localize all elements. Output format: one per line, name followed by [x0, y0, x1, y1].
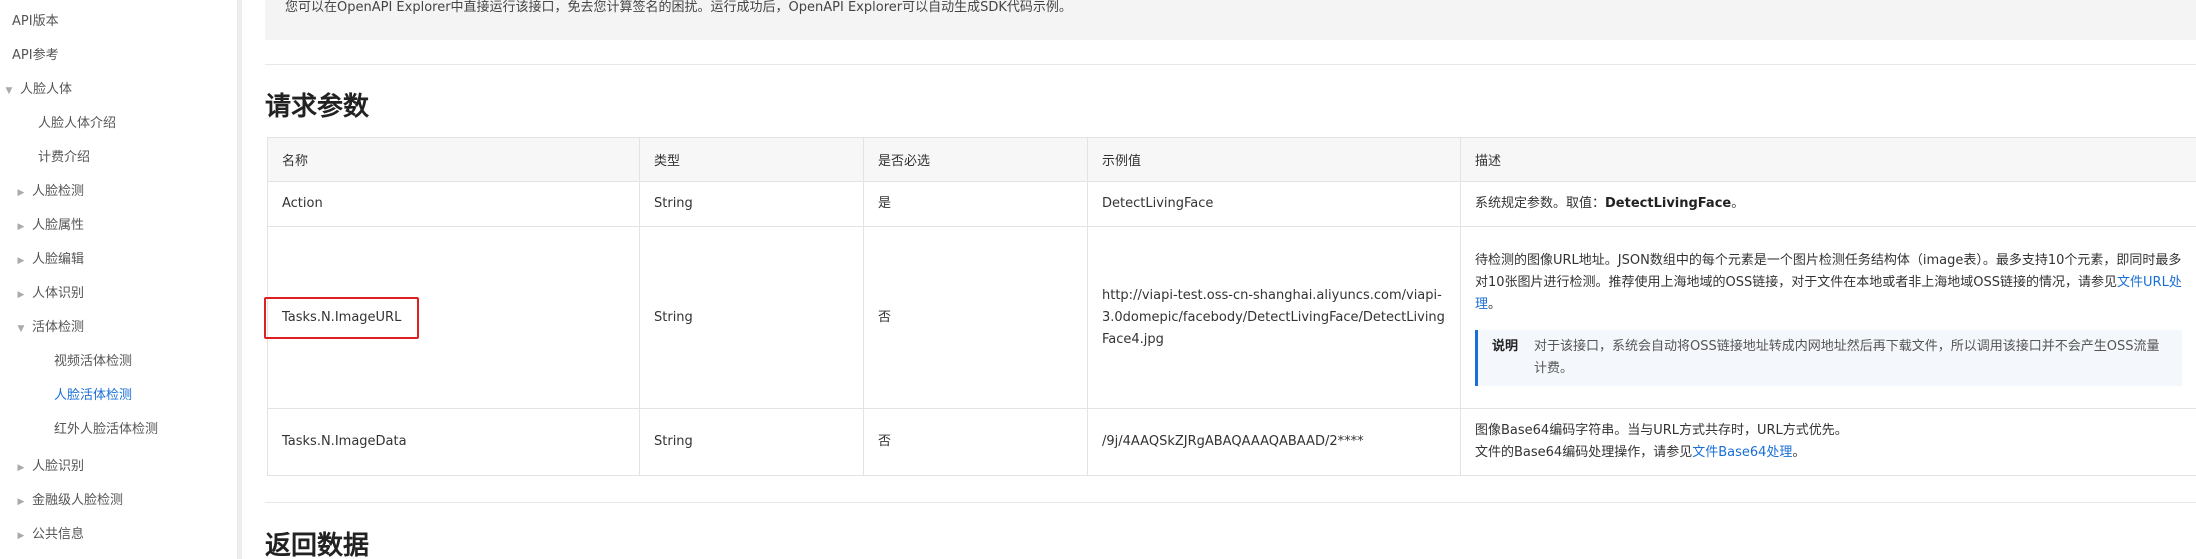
- sidebar-item-infrared-face-liveness[interactable]: 红外人脸活体检测: [54, 413, 158, 447]
- sidebar-item-common-info[interactable]: ▶ 公共信息: [14, 518, 84, 552]
- sidebar-nav: API版本 API参考 ▼ 人脸人体 人脸人体介绍 计费介绍 ▶ 人脸检测 ▶ 人脸属…: [0, 0, 238, 559]
- note-callout: 说明 对于该接口，系统会自动将OSS链接地址转成内网地址然后再下载文件，所以调用…: [1475, 329, 2182, 386]
- col-header-type: 类型: [639, 137, 864, 182]
- sidebar-item-label: API参考: [12, 48, 59, 63]
- sidebar-item-api-reference[interactable]: API参考: [12, 39, 59, 73]
- description-value: DetectLivingFace: [1605, 196, 1732, 211]
- param-description: 图像Base64编码字符串。当与URL方式共存时，URL方式优先。 文件的Bas…: [1460, 408, 2196, 476]
- caret-down-icon: ▼: [5, 86, 13, 96]
- sidebar-item-face-body[interactable]: ▼ 人脸人体: [2, 73, 72, 107]
- sidebar-item-label: 人脸人体介绍: [38, 116, 117, 131]
- sidebar-item-label: 红外人脸活体检测: [54, 422, 159, 437]
- caret-right-icon: ▶: [17, 188, 25, 198]
- sidebar-item-liveness-detection[interactable]: ▼ 活体检测: [14, 311, 84, 345]
- param-description: 待检测的图像URL地址。JSON数组中的每个元素是一个图片检测任务结构体（ima…: [1460, 226, 2196, 409]
- param-required: 是: [863, 181, 1088, 227]
- param-required: 否: [863, 408, 1088, 476]
- caret-right-icon: ▶: [17, 222, 25, 232]
- sidebar-item-face-editing[interactable]: ▶ 人脸编辑: [14, 243, 84, 277]
- caret-right-icon: ▶: [17, 290, 25, 300]
- param-example: /9j/4AAQSkZJRgABAQAAAQABAAD/2****: [1087, 408, 1461, 476]
- sidebar-item-face-detection[interactable]: ▶ 人脸检测: [14, 175, 84, 209]
- col-header-name: 名称: [267, 137, 640, 182]
- description-text: 图像Base64编码字符串。当与URL方式共存时，URL方式优先。: [1475, 423, 1848, 438]
- sidebar-item-video-liveness[interactable]: 视频活体检测: [54, 345, 132, 379]
- description-text: 系统规定参数。取值：: [1475, 196, 1606, 211]
- param-type: String: [639, 408, 864, 476]
- param-example: DetectLivingFace: [1087, 181, 1461, 227]
- param-type: String: [639, 181, 864, 227]
- sidebar-scrollbar[interactable]: [238, 0, 242, 559]
- param-required: 否: [863, 226, 1088, 409]
- description-text: 。: [1731, 196, 1745, 211]
- description-text: 文件的Base64编码处理操作，请参见: [1475, 445, 1693, 460]
- note-label: 说明: [1492, 338, 1519, 354]
- col-header-example: 示例值: [1087, 137, 1461, 182]
- divider: [265, 502, 2196, 503]
- openapi-explorer-note-text: 您可以在OpenAPI Explorer中直接运行该接口，免去您计算签名的困扰。…: [285, 0, 1072, 15]
- sidebar-item-face-body-intro[interactable]: 人脸人体介绍: [38, 107, 116, 141]
- sidebar-item-label: 人脸识别: [32, 459, 85, 474]
- response-data-title: 返回数据: [265, 531, 370, 559]
- sidebar-item-api-version[interactable]: API版本: [12, 5, 59, 39]
- caret-down-icon: ▼: [17, 324, 25, 334]
- highlighted-param-name: Tasks.N.ImageURL: [264, 296, 420, 339]
- note-text: 对于该接口，系统会自动将OSS链接地址转成内网地址然后再下载文件，所以调用该接口…: [1534, 338, 2160, 376]
- table-row: Tasks.N.ImageData String 否 /9j/4AAQSkZJR…: [267, 408, 2196, 476]
- table-row: Action String 是 DetectLivingFace 系统规定参数。…: [267, 181, 2196, 227]
- sidebar-item-label: 活体检测: [32, 320, 85, 335]
- sidebar-item-label: 人脸检测: [32, 184, 85, 199]
- sidebar-item-label: 人脸活体检测: [54, 388, 133, 403]
- caret-right-icon: ▶: [17, 256, 25, 266]
- sidebar-item-label: 计费介绍: [38, 150, 91, 165]
- sidebar-item-face-recognition[interactable]: ▶ 人脸识别: [14, 450, 84, 484]
- file-base64-link[interactable]: 文件Base64处理: [1692, 445, 1792, 460]
- request-params-title: 请求参数: [265, 92, 370, 122]
- sidebar-item-face-attributes[interactable]: ▶ 人脸属性: [14, 209, 84, 243]
- param-name: Tasks.N.ImageData: [267, 408, 640, 476]
- param-name: Action: [267, 181, 640, 227]
- sidebar-item-label: 金融级人脸检测: [32, 493, 124, 508]
- sidebar-item-label: API版本: [12, 14, 59, 29]
- sidebar-item-label: 人体识别: [32, 286, 85, 301]
- param-name-cell: Tasks.N.ImageURL: [264, 226, 640, 409]
- description-text: 。: [1792, 445, 1806, 460]
- sidebar-item-face-liveness[interactable]: 人脸活体检测: [54, 379, 132, 413]
- caret-right-icon: ▶: [17, 497, 25, 507]
- col-header-description: 描述: [1460, 137, 2196, 182]
- param-type: String: [639, 226, 864, 409]
- param-example: http://viapi-test.oss-cn-shanghai.aliyun…: [1087, 226, 1461, 409]
- description-text: 待检测的图像URL地址。JSON数组中的每个元素是一个图片检测任务结构体（ima…: [1475, 252, 2182, 290]
- main-content: 您可以在OpenAPI Explorer中直接运行该接口，免去您计算签名的困扰。…: [264, 0, 2196, 559]
- divider: [265, 64, 2196, 65]
- openapi-explorer-note: 您可以在OpenAPI Explorer中直接运行该接口，免去您计算签名的困扰。…: [265, 0, 2196, 40]
- sidebar-item-label: 视频活体检测: [54, 354, 133, 369]
- sidebar-item-financial-face-detection[interactable]: ▶ 金融级人脸检测: [14, 484, 123, 518]
- caret-right-icon: ▶: [17, 463, 25, 473]
- sidebar-item-label: 人脸人体: [20, 82, 73, 97]
- description-text: 。: [1488, 296, 1502, 312]
- col-header-required: 是否必选: [863, 137, 1088, 182]
- table-row: Tasks.N.ImageURL String 否 http://viapi-t…: [264, 226, 2196, 409]
- caret-right-icon: ▶: [17, 531, 25, 541]
- sidebar-item-label: 人脸属性: [32, 218, 85, 233]
- request-params-table: 名称 类型 是否必选 示例值 描述 Action String 是 Detect…: [264, 137, 2196, 476]
- sidebar-item-body-recognition[interactable]: ▶ 人体识别: [14, 277, 84, 311]
- table-header-row: 名称 类型 是否必选 示例值 描述: [267, 137, 2196, 182]
- sidebar-item-label: 人脸编辑: [32, 252, 85, 267]
- sidebar-item-label: 公共信息: [32, 527, 85, 542]
- sidebar-item-billing[interactable]: 计费介绍: [38, 141, 90, 175]
- param-description: 系统规定参数。取值：DetectLivingFace。: [1460, 181, 2196, 227]
